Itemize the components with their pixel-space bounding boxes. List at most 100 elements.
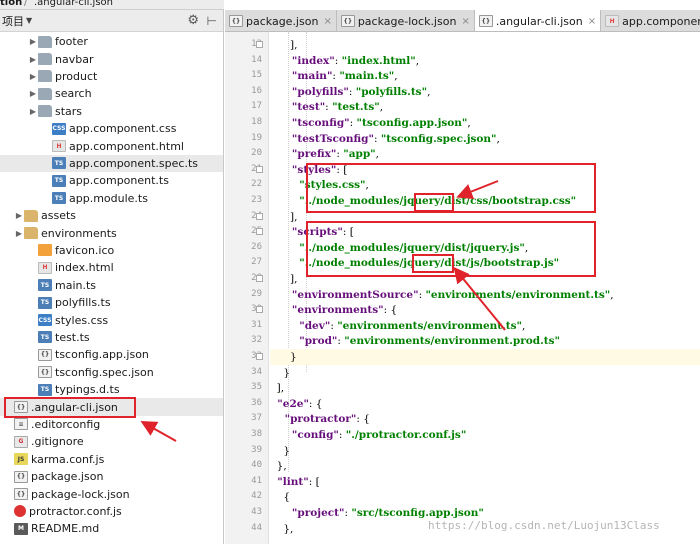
expand-arrow-icon[interactable]: ▶: [14, 211, 24, 220]
tree-item[interactable]: Hindex.html: [0, 259, 223, 276]
tree-item[interactable]: ▶ assets: [0, 207, 223, 224]
fold-marker-icon[interactable]: [256, 212, 263, 220]
breadcrumb-project[interactable]: tion: [0, 0, 22, 8]
tree-item[interactable]: ▶ environments: [0, 224, 223, 241]
tree-item[interactable]: JS karma.conf.js: [0, 451, 223, 468]
dropdown-icon[interactable]: ▼: [26, 16, 32, 25]
tree-item[interactable]: ▶ navbar: [0, 50, 223, 67]
expand-arrow-icon[interactable]: ▶: [28, 72, 38, 81]
gear-icon[interactable]: ⚙: [187, 13, 199, 28]
tree-item-label: footer: [55, 35, 88, 49]
expand-arrow-icon[interactable]: ▶: [28, 89, 38, 98]
code-line[interactable]: "prod": "environments/environment.prod.t…: [270, 333, 700, 349]
tree-item[interactable]: {} package-lock.json: [0, 485, 223, 502]
protractor-file-icon: [14, 505, 26, 518]
code-line[interactable]: "dev": "environments/environment.ts",: [270, 318, 700, 334]
tree-item[interactable]: ▶ search: [0, 85, 223, 102]
json-punctuation: :: [338, 429, 346, 441]
json-string: "main.ts": [339, 70, 395, 83]
code-line[interactable]: "prefix": "app",: [270, 146, 700, 162]
html-file-icon: H: [52, 140, 66, 153]
annotation-box-angular-cli: [4, 397, 136, 418]
editor-tab[interactable]: {} package.json ×: [225, 10, 337, 31]
tree-item-label: favicon.ico: [55, 243, 115, 257]
expand-arrow-icon[interactable]: ▶: [28, 37, 38, 46]
markdown-file-icon: M: [14, 522, 28, 535]
code-line[interactable]: "e2e": {: [270, 396, 700, 412]
tree-item[interactable]: {} tsconfig.app.json: [0, 346, 223, 363]
code-line[interactable]: }: [270, 365, 700, 381]
code-line[interactable]: ],: [270, 380, 700, 396]
json-punctuation: }: [270, 366, 291, 379]
breadcrumb-file[interactable]: .angular-cli.json: [34, 0, 113, 8]
tree-item[interactable]: CSS app.component.css: [0, 120, 223, 137]
fold-marker-icon[interactable]: [256, 275, 263, 282]
code-line[interactable]: "lint": [: [270, 474, 700, 490]
json-punctuation: ,: [610, 288, 614, 301]
json-punctuation: {: [270, 491, 291, 504]
tree-item[interactable]: ▶ stars: [0, 103, 223, 120]
json-punctuation: ],: [270, 210, 298, 223]
expand-arrow-icon[interactable]: ▶: [28, 55, 38, 64]
close-icon[interactable]: ×: [461, 16, 469, 27]
code-line[interactable]: "main": "main.ts",: [270, 68, 700, 84]
tree-item[interactable]: M README.md: [0, 520, 223, 537]
tree-item[interactable]: TS app.component.spec.ts: [0, 154, 223, 173]
tree-item[interactable]: TS app.component.ts: [0, 172, 223, 189]
fold-marker-icon[interactable]: [256, 306, 263, 314]
code-line[interactable]: "polyfills": "polyfills.ts",: [270, 84, 700, 100]
close-icon[interactable]: ×: [588, 16, 596, 27]
tree-item[interactable]: TS polyfills.ts: [0, 294, 223, 311]
code-line[interactable]: "environments": {: [270, 302, 700, 318]
code-line[interactable]: }: [270, 349, 700, 365]
code-editor[interactable]: ], "index": "index.html", "main": "main.…: [270, 32, 700, 544]
tree-item[interactable]: Happ.component.html: [0, 137, 223, 154]
expand-arrow-icon[interactable]: ▶: [28, 107, 38, 116]
tree-item[interactable]: {} tsconfig.spec.json: [0, 364, 223, 381]
close-icon[interactable]: ×: [323, 16, 331, 27]
typescript-file-icon: TS: [52, 174, 66, 187]
editor-tab[interactable]: {} package-lock.json ×: [336, 10, 475, 31]
fold-marker-icon[interactable]: [256, 228, 263, 236]
tree-item-label: search: [55, 87, 92, 101]
code-line[interactable]: "environmentSource": "environments/envir…: [270, 287, 700, 303]
tree-item[interactable]: ≡ .editorconfig: [0, 416, 223, 433]
code-line[interactable]: "testTsconfig": "tsconfig.spec.json",: [270, 131, 700, 147]
json-key: "project": [270, 507, 345, 519]
tree-item[interactable]: protractor.conf.js: [0, 503, 223, 520]
code-line[interactable]: "index": "index.html",: [270, 53, 700, 69]
tree-item[interactable]: TS main.ts: [0, 277, 223, 294]
fold-marker-icon[interactable]: [256, 353, 263, 360]
code-line[interactable]: "test": "test.ts",: [270, 99, 700, 115]
editor-tab[interactable]: {} .angular-cli.json ×: [474, 10, 602, 31]
code-line[interactable]: {: [270, 489, 700, 505]
code-line[interactable]: }: [270, 443, 700, 459]
project-panel-title[interactable]: 项目: [2, 13, 24, 29]
tree-item[interactable]: favicon.ico: [0, 242, 223, 259]
hide-panel-icon[interactable]: ⊢: [207, 14, 217, 28]
code-line[interactable]: "protractor": {: [270, 411, 700, 427]
tree-item[interactable]: {} package.json: [0, 468, 223, 485]
folder-icon: [38, 70, 52, 83]
expand-arrow-icon[interactable]: ▶: [14, 229, 24, 238]
json-key: "polyfills": [270, 85, 349, 98]
code-line[interactable]: ],: [270, 37, 700, 53]
line-number: 16: [251, 85, 262, 96]
tree-item[interactable]: CSS styles.css: [0, 311, 223, 328]
tree-item[interactable]: TS app.module.ts: [0, 190, 223, 207]
code-line[interactable]: },: [270, 458, 700, 474]
code-line[interactable]: "config": "./protractor.conf.js": [270, 427, 700, 443]
fold-marker-icon[interactable]: [256, 41, 263, 48]
tree-item[interactable]: TS test.ts: [0, 329, 223, 346]
tree-item[interactable]: TS typings.d.ts: [0, 381, 223, 398]
editor-tab[interactable]: Happ.component.html: [601, 10, 700, 31]
fold-marker-icon[interactable]: [256, 165, 263, 173]
code-line[interactable]: "tsconfig": "tsconfig.app.json",: [270, 115, 700, 131]
tree-item[interactable]: ▶ footer: [0, 33, 223, 50]
tree-item-label: styles.css: [55, 313, 109, 327]
json-string: "./protractor.conf.js": [345, 429, 467, 441]
folder-icon: [38, 53, 52, 66]
line-number: 18: [251, 117, 262, 127]
tree-item[interactable]: ▶ product: [0, 68, 223, 85]
tree-item[interactable]: G .gitignore: [0, 433, 223, 450]
